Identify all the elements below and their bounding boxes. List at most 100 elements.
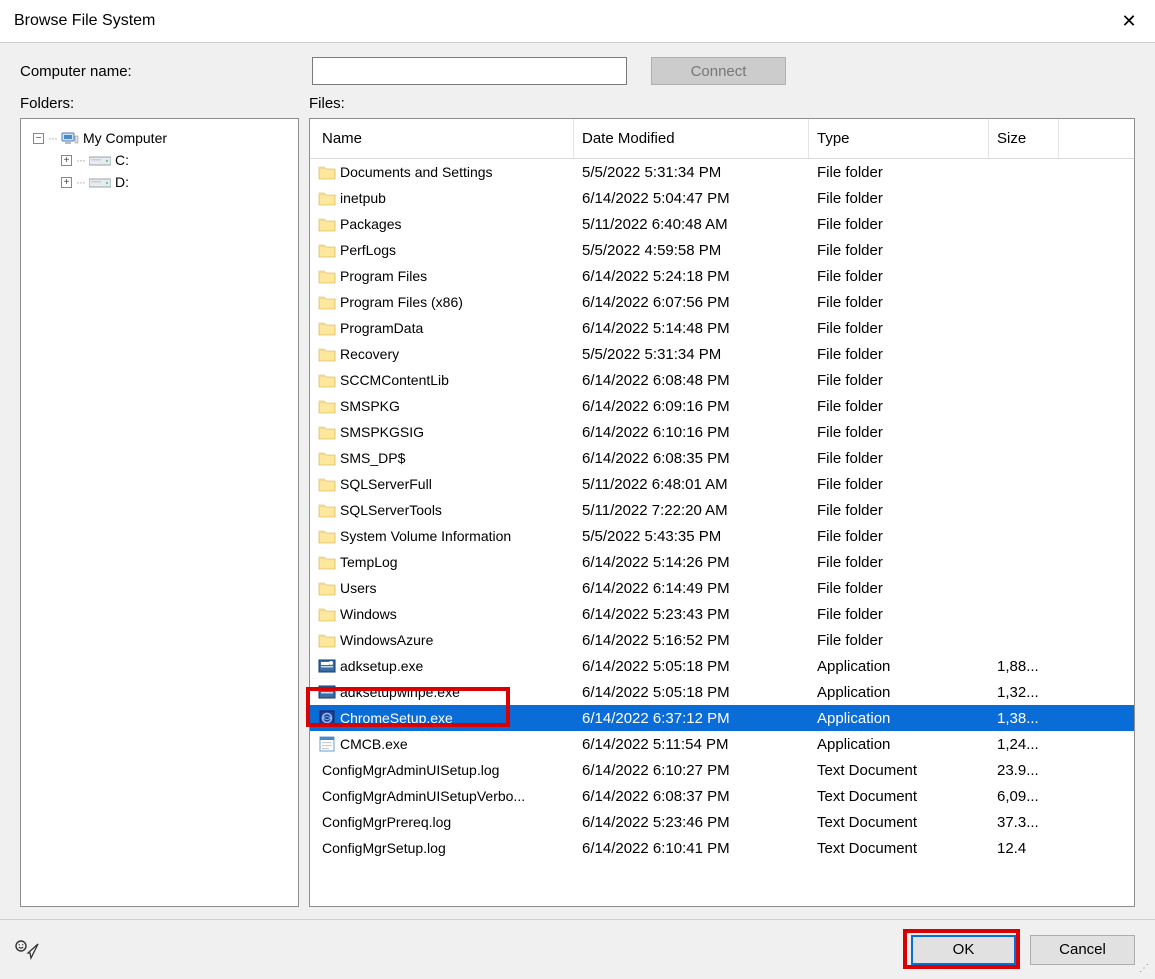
folder-icon [318, 423, 336, 441]
file-row[interactable]: ChromeSetup.exe6/14/2022 6:37:12 PMAppli… [310, 705, 1134, 731]
file-date: 5/11/2022 7:22:20 AM [574, 502, 809, 519]
file-date: 6/14/2022 6:09:16 PM [574, 398, 809, 415]
tree-drive[interactable]: +···D: [27, 171, 292, 193]
file-row[interactable]: SMSPKG 6/14/2022 6:09:16 PMFile folder [310, 393, 1134, 419]
file-row[interactable]: Program Files (x86)6/14/2022 6:07:56 PMF… [310, 289, 1134, 315]
file-type: File folder [809, 216, 989, 233]
folder-icon [318, 553, 336, 571]
resize-grip-icon[interactable]: ⋰ [1139, 963, 1153, 977]
folder-icon [318, 449, 336, 467]
files-pane: Name Date Modified Type Size Documents a… [309, 118, 1135, 907]
folder-icon [318, 501, 336, 519]
file-type: File folder [809, 190, 989, 207]
file-name: adksetupwinpe.exe [340, 684, 460, 700]
file-row[interactable]: SMS_DP$6/14/2022 6:08:35 PMFile folder [310, 445, 1134, 471]
file-type: Text Document [809, 788, 989, 805]
folder-icon [318, 631, 336, 649]
folder-icon [318, 475, 336, 493]
file-type: File folder [809, 398, 989, 415]
folder-icon [318, 163, 336, 181]
computer-icon [61, 131, 79, 145]
file-row[interactable]: adksetup.exe6/14/2022 5:05:18 PMApplicat… [310, 653, 1134, 679]
column-size[interactable]: Size [989, 119, 1059, 158]
files-label: Files: [309, 95, 345, 112]
folder-icon [318, 371, 336, 389]
file-name: Packages [340, 216, 401, 232]
file-row[interactable]: ConfigMgrPrereq.log6/14/2022 5:23:46 PMT… [310, 809, 1134, 835]
folder-icon [318, 215, 336, 233]
file-name: SCCMContentLib [340, 372, 449, 388]
collapse-icon[interactable]: − [33, 133, 44, 144]
files-header: Name Date Modified Type Size [310, 119, 1134, 159]
file-date: 5/5/2022 5:31:34 PM [574, 346, 809, 363]
feedback-icon[interactable] [14, 938, 42, 962]
file-row[interactable]: adksetupwinpe.exe 6/14/2022 5:05:18 PMApp… [310, 679, 1134, 705]
file-type: File folder [809, 476, 989, 493]
file-type: File folder [809, 164, 989, 181]
file-row[interactable]: TempLog6/14/2022 5:14:26 PMFile folder [310, 549, 1134, 575]
file-row[interactable]: SQLServerFull5/11/2022 6:48:01 AMFile fo… [310, 471, 1134, 497]
file-row[interactable]: ConfigMgrAdminUISetup.log6/14/2022 6:10:… [310, 757, 1134, 783]
file-date: 5/11/2022 6:40:48 AM [574, 216, 809, 233]
file-row[interactable]: ConfigMgrAdminUISetupVerbo...6/14/2022 6… [310, 783, 1134, 809]
file-name: System Volume Information [340, 528, 511, 544]
file-row[interactable]: ProgramData6/14/2022 5:14:48 PMFile fold… [310, 315, 1134, 341]
expand-icon[interactable]: + [61, 177, 72, 188]
file-row[interactable]: SQLServerTools5/11/2022 7:22:20 AMFile f… [310, 497, 1134, 523]
file-row[interactable]: ConfigMgrSetup.log6/14/2022 6:10:41 PMTe… [310, 835, 1134, 861]
file-row[interactable]: SMSPKGSIG6/14/2022 6:10:16 PMFile folder [310, 419, 1134, 445]
file-size: 1,88... [989, 658, 1059, 675]
expand-icon[interactable]: + [61, 155, 72, 166]
file-date: 6/14/2022 6:14:49 PM [574, 580, 809, 597]
cancel-button[interactable]: Cancel [1030, 935, 1135, 965]
file-row[interactable]: Users6/14/2022 6:14:49 PMFile folder [310, 575, 1134, 601]
computer-name-input[interactable] [312, 57, 627, 85]
file-date: 6/14/2022 5:04:47 PM [574, 190, 809, 207]
file-row[interactable]: WindowsAzure6/14/2022 5:16:52 PMFile fol… [310, 627, 1134, 653]
computer-name-label: Computer name: [20, 63, 300, 80]
file-row[interactable]: Packages 5/11/2022 6:40:48 AMFile folder [310, 211, 1134, 237]
ok-button[interactable]: OK [911, 935, 1016, 965]
file-type: File folder [809, 554, 989, 571]
app-icon [318, 735, 336, 753]
file-date: 6/14/2022 6:10:16 PM [574, 424, 809, 441]
file-row[interactable]: SCCMContentLib6/14/2022 6:08:48 PMFile f… [310, 367, 1134, 393]
footer: OK Cancel ⋰ [0, 919, 1155, 979]
file-row[interactable]: Recovery5/5/2022 5:31:34 PMFile folder [310, 341, 1134, 367]
drive-icon [89, 154, 111, 166]
folder-tree[interactable]: − ··· My Computer +···C:+···D: [20, 118, 299, 907]
file-row[interactable]: PerfLogs5/5/2022 4:59:58 PMFile folder [310, 237, 1134, 263]
column-name[interactable]: Name [310, 119, 574, 158]
connect-button[interactable]: Connect [651, 57, 786, 85]
tree-drive-label: D: [115, 174, 129, 190]
folder-icon [318, 345, 336, 363]
file-row[interactable]: Documents and Settings5/5/2022 5:31:34 P… [310, 159, 1134, 185]
column-date[interactable]: Date Modified [574, 119, 809, 158]
file-type: File folder [809, 320, 989, 337]
file-name: SMSPKG [340, 398, 400, 414]
close-icon[interactable]: ✕ [1117, 11, 1141, 32]
file-type: File folder [809, 372, 989, 389]
file-size: 6,09... [989, 788, 1059, 805]
file-date: 6/14/2022 5:23:46 PM [574, 814, 809, 831]
files-list[interactable]: Documents and Settings 5/5/2022 5:31:34 P… [310, 159, 1134, 906]
file-row[interactable]: System Volume Information 5/5/2022 5:43:3… [310, 523, 1134, 549]
file-row[interactable]: inetpub6/14/2022 5:04:47 PMFile folder [310, 185, 1134, 211]
file-type: File folder [809, 424, 989, 441]
exe-icon [318, 709, 336, 727]
pane-labels: Folders: Files: [0, 95, 1155, 118]
tree-root[interactable]: − ··· My Computer [27, 127, 292, 149]
folder-icon [318, 527, 336, 545]
file-date: 5/5/2022 5:43:35 PM [574, 528, 809, 545]
file-date: 6/14/2022 5:05:18 PM [574, 684, 809, 701]
file-type: Application [809, 684, 989, 701]
file-row[interactable]: Windows6/14/2022 5:23:43 PMFile folder [310, 601, 1134, 627]
file-row[interactable]: CMCB.exe6/14/2022 5:11:54 PMApplication1… [310, 731, 1134, 757]
file-row[interactable]: Program Files6/14/2022 5:24:18 PMFile fo… [310, 263, 1134, 289]
column-type[interactable]: Type [809, 119, 989, 158]
titlebar: Browse File System ✕ [0, 0, 1155, 43]
file-type: Application [809, 710, 989, 727]
file-name: Documents and Settings [340, 164, 493, 180]
file-date: 5/5/2022 4:59:58 PM [574, 242, 809, 259]
tree-drive[interactable]: +···C: [27, 149, 292, 171]
